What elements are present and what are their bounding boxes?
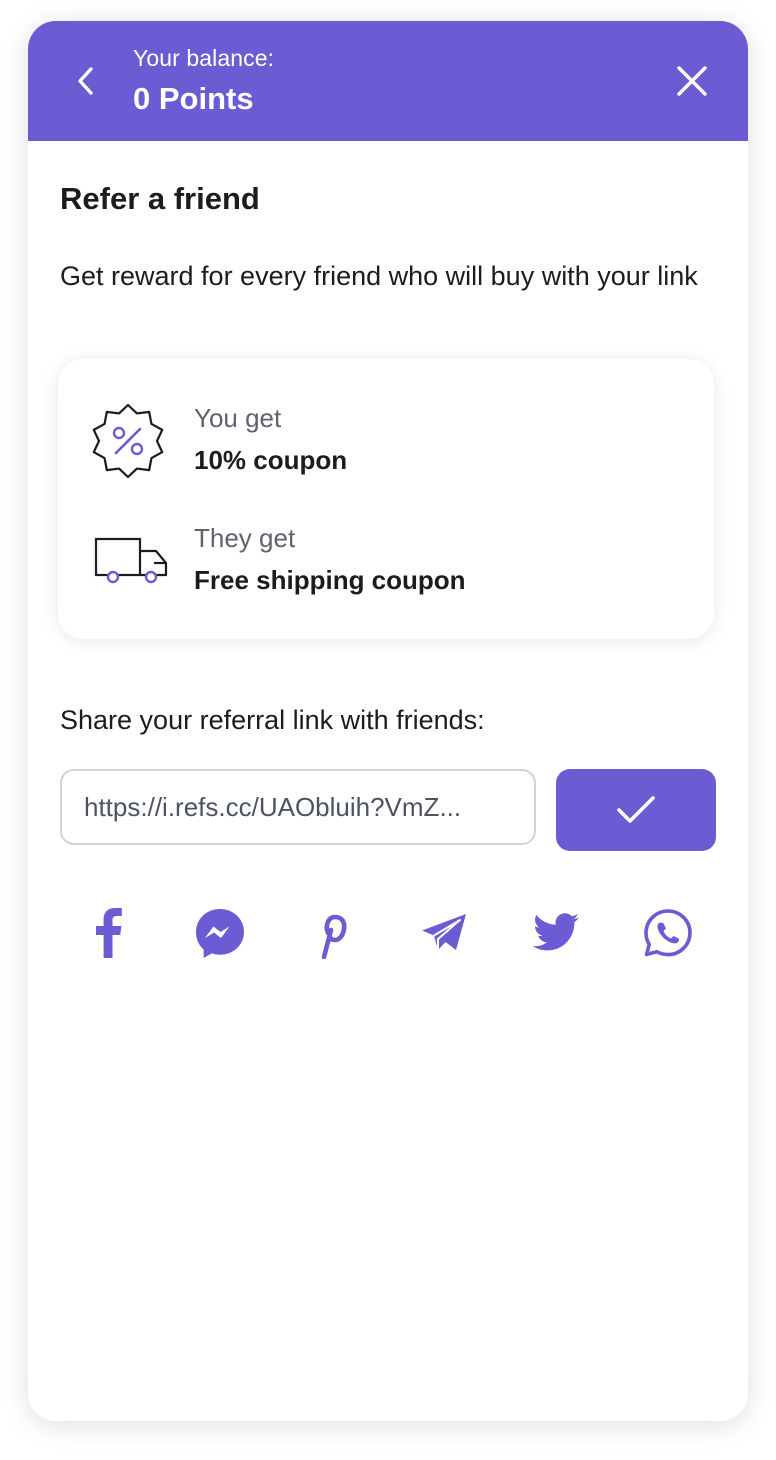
truck-icon [88, 519, 168, 599]
chevron-left-icon [78, 67, 93, 95]
telegram-icon [422, 914, 466, 950]
you-get-label: You get [194, 403, 282, 433]
header: Your balance: 0 Points [28, 21, 748, 141]
messenger-share-button[interactable] [188, 901, 252, 965]
they-get-value: Free shipping coupon [194, 565, 466, 595]
whatsapp-share-button[interactable] [636, 901, 700, 965]
facebook-icon [96, 908, 122, 958]
discount-badge-icon [88, 401, 168, 481]
whatsapp-icon [644, 909, 692, 957]
check-icon [617, 796, 655, 823]
page-title: Refer a friend [60, 181, 260, 216]
twitter-share-button[interactable] [524, 901, 588, 965]
balance-label: Your balance: [133, 45, 275, 71]
back-button[interactable] [64, 59, 108, 103]
reward-card: You get 10% coupon They get Free shippin… [58, 359, 714, 639]
you-get-value: 10% coupon [194, 445, 348, 475]
close-icon [677, 66, 707, 96]
page-description: Get reward for every friend who will buy… [60, 261, 698, 291]
messenger-icon [196, 909, 244, 958]
close-button[interactable] [670, 59, 714, 103]
they-get-label: They get [194, 523, 296, 553]
facebook-share-button[interactable] [76, 901, 140, 965]
copy-link-button[interactable] [556, 769, 716, 851]
referral-link-input[interactable] [60, 769, 536, 845]
telegram-share-button[interactable] [412, 901, 476, 965]
twitter-icon [533, 913, 579, 951]
balance-value: 0 Points [133, 81, 254, 116]
referral-panel: Your balance: 0 Points Refer a friend Ge… [28, 21, 748, 1421]
pinterest-share-button[interactable] [300, 901, 364, 965]
pinterest-icon [321, 914, 347, 959]
social-share-row [28, 901, 748, 965]
share-label: Share your referral link with friends: [60, 705, 485, 735]
